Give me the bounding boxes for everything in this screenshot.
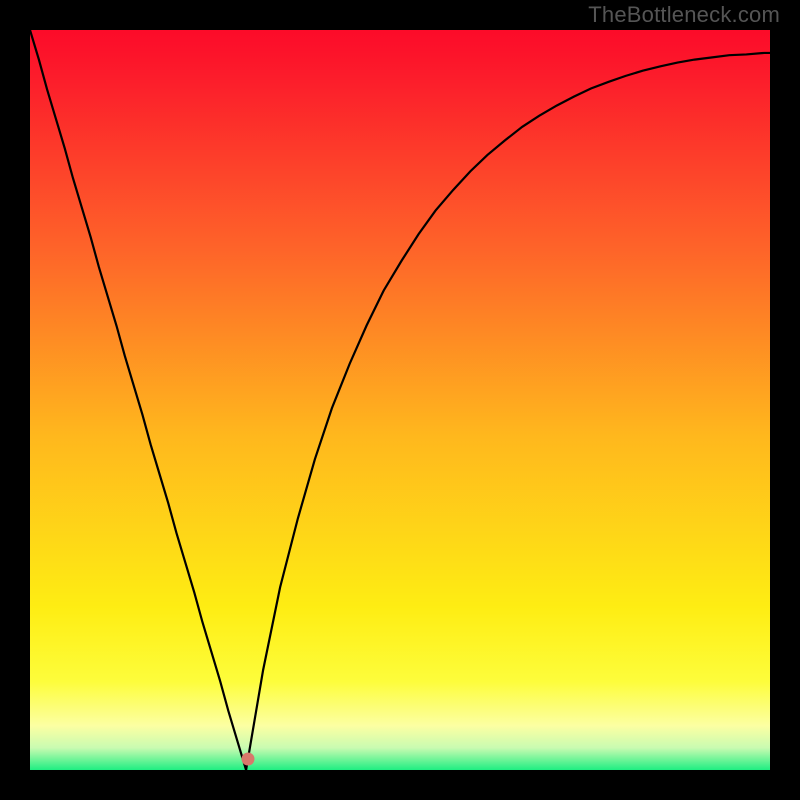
bottleneck-curve xyxy=(30,30,770,770)
curve-path xyxy=(30,30,770,770)
watermark-text: TheBottleneck.com xyxy=(588,2,780,28)
chart-frame: TheBottleneck.com xyxy=(0,0,800,800)
optimal-point-marker xyxy=(241,752,254,765)
